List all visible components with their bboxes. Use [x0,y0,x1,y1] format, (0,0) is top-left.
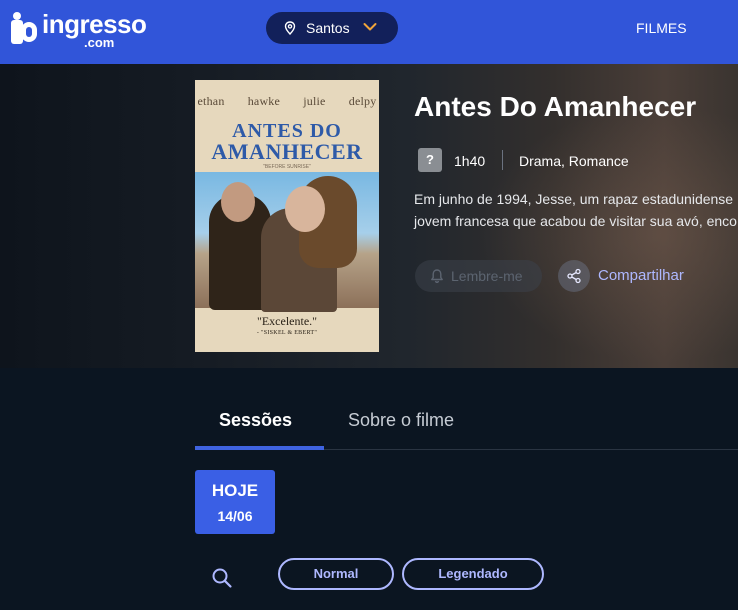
poster-quote: "Excelente." [256,314,318,328]
poster-figure-man-head [221,182,255,222]
chevron-down-icon [363,23,377,31]
city-selector[interactable]: Santos [266,12,398,44]
poster-attribution: - "SISKEL & EBERT" [256,330,318,336]
movie-duration: 1h40 [454,153,486,169]
ingresso-logo-icon [11,12,37,44]
tab-sessoes[interactable]: Sessões [219,409,292,431]
bell-icon [431,269,443,284]
poster-subtitle: "BEFORE SUNRISE" [263,164,311,170]
active-tab-indicator [195,446,324,450]
age-rating-badge: ? [418,148,442,172]
top-header: ingresso .com Santos FILMES [0,0,738,64]
nav-filmes-link[interactable]: FILMES [636,20,687,36]
poster-actors: ethan hawke julie delpy [195,94,379,109]
filter-chip-normal[interactable]: Normal [278,558,394,590]
poster-figure-woman-head [285,186,325,232]
date-value: 14/06 [217,508,253,524]
date-button-today[interactable]: HOJE 14/06 [195,470,275,534]
search-icon[interactable] [210,566,234,590]
movie-tabs: Sessões Sobre o filme [195,400,738,450]
movie-poster: ethan hawke julie delpy ANTES DO AMANHEC… [195,80,379,352]
movie-synopsis: Em junho de 1994, Jesse, um rapaz estadu… [414,188,738,232]
hero-backdrop [478,104,738,364]
share-icon [567,268,581,284]
poster-title-line-2: AMANHECER [211,139,363,164]
synopsis-line-1: Em junho de 1994, Jesse, um rapaz estadu… [414,191,734,207]
poster-actor-1: ethan hawke [197,94,281,108]
filter-chip-legendado[interactable]: Legendado [402,558,544,590]
ingresso-logo[interactable]: ingresso .com [9,10,149,50]
location-pin-icon [284,21,296,35]
meta-divider [502,150,503,170]
share-button[interactable] [558,260,590,292]
movie-genres: Drama, Romance [519,153,629,169]
movie-title: Antes Do Amanhecer [414,91,697,122]
remind-me-label: Lembre-me [451,268,523,284]
city-name: Santos [306,20,350,36]
date-day-label: HOJE [211,481,259,500]
movie-hero: ethan hawke julie delpy ANTES DO AMANHEC… [0,64,738,368]
poster-actor-2: julie delpy [303,94,377,108]
logo-suffix: .com [84,35,115,50]
synopsis-line-2: jovem francesa que acabou de visitar sua… [414,213,737,229]
tab-sobre-o-filme[interactable]: Sobre o filme [348,409,454,431]
poster-photo [195,172,379,312]
logo-wordmark: ingresso [42,9,147,39]
remind-me-button[interactable]: Lembre-me [415,260,542,292]
share-link[interactable]: Compartilhar [598,267,684,285]
